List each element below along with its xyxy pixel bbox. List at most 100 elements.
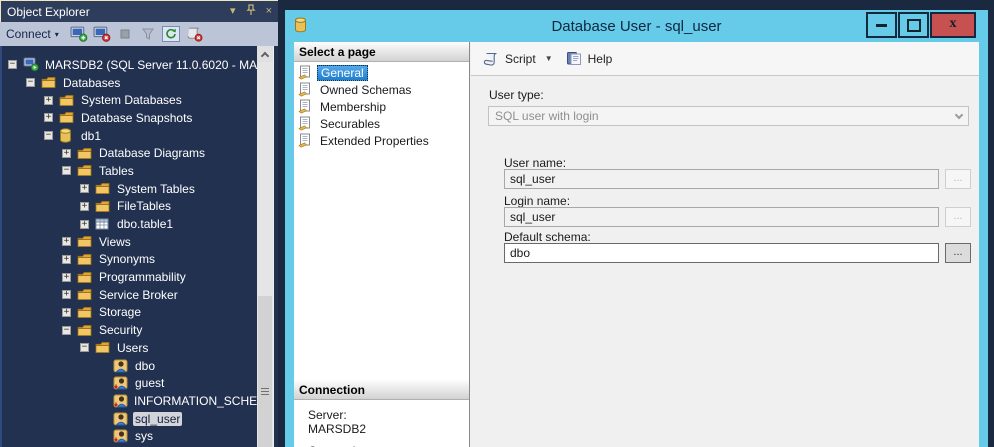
tree-item-label: dbo (133, 359, 157, 373)
folder-icon (95, 341, 111, 354)
filter-icon[interactable] (138, 25, 158, 43)
chevron-down-icon (955, 110, 963, 118)
page-list-item[interactable]: Extended Properties (294, 132, 469, 149)
user-icon (113, 359, 129, 373)
close-button[interactable] (930, 12, 976, 38)
tree-item[interactable]: + dbo.table1 (2, 215, 257, 233)
tree-item[interactable]: − Tables (2, 162, 257, 180)
expand-toggle-icon[interactable]: + (62, 308, 71, 317)
tree-item[interactable]: dbo (2, 357, 257, 375)
login-name-browse-button[interactable]: ... (945, 207, 971, 227)
tree-item-label: Database Diagrams (97, 146, 207, 160)
tree-item[interactable]: − MARSDB2 (SQL Server 11.0.6020 - MARSD (2, 56, 257, 74)
tree-item-label: System Tables (115, 182, 197, 196)
tree-item[interactable]: + Storage (2, 304, 257, 322)
script-button[interactable]: Script (505, 52, 536, 66)
tree-item-label: Service Broker (97, 288, 180, 302)
refresh-icon[interactable] (161, 25, 181, 43)
object-explorer-toolbar: Connect ▾ (0, 22, 278, 46)
page-icon (298, 99, 314, 114)
user-red-icon (113, 429, 129, 443)
expand-toggle-icon[interactable]: + (62, 149, 71, 158)
expand-toggle-icon[interactable]: + (80, 220, 89, 229)
help-button[interactable]: Help (588, 52, 613, 66)
connection-header: Connection (294, 380, 469, 400)
script-x-icon[interactable] (184, 25, 204, 43)
connect-server-icon[interactable] (69, 25, 89, 43)
expand-toggle-icon[interactable]: + (62, 237, 71, 246)
object-explorer-panel: Object Explorer ▾ × Connect ▾ − MARSDB2 … (0, 0, 278, 447)
expand-toggle-icon[interactable]: + (80, 202, 89, 211)
expand-toggle-icon[interactable]: − (80, 343, 89, 352)
user-type-select[interactable]: SQL user with login (488, 106, 969, 126)
tree-item[interactable]: sys (2, 427, 257, 445)
folder-icon (95, 182, 111, 195)
minimize-button[interactable] (866, 12, 897, 38)
tree-item-label: Storage (97, 305, 143, 319)
tree-item[interactable]: + Database Snapshots (2, 109, 257, 127)
page-list-item[interactable]: Securables (294, 115, 469, 132)
expand-toggle-icon[interactable]: + (62, 255, 71, 264)
tree-item[interactable]: − Users (2, 339, 257, 357)
folder-icon (77, 253, 93, 266)
default-schema-browse-button[interactable]: ... (945, 243, 971, 263)
connect-button[interactable]: Connect (6, 27, 51, 41)
page-content-pane: Script ▼ Help User type: SQL user with l… (471, 42, 979, 447)
tree-scrollbar[interactable] (257, 46, 273, 447)
tree-item[interactable]: + Views (2, 233, 257, 251)
expand-toggle-icon[interactable]: − (26, 78, 35, 87)
stop-icon[interactable] (115, 25, 135, 43)
database-icon (59, 128, 75, 143)
tree-item[interactable]: + Programmability (2, 268, 257, 286)
script-icon (481, 51, 500, 67)
object-explorer-titlebar: Object Explorer ▾ × (0, 0, 278, 22)
disconnect-server-icon[interactable] (92, 25, 112, 43)
expand-toggle-icon[interactable]: + (44, 96, 53, 105)
page-list-item[interactable]: General (294, 64, 469, 81)
window-position-icon[interactable]: ▾ (230, 6, 236, 17)
tree-item[interactable]: + System Tables (2, 180, 257, 198)
expand-toggle-icon[interactable]: − (62, 326, 71, 335)
tree-item[interactable]: guest (2, 374, 257, 392)
tree-item[interactable]: − Security (2, 321, 257, 339)
login-name-field[interactable] (504, 207, 939, 227)
page-icon (298, 116, 314, 131)
tree-item[interactable]: + FileTables (2, 198, 257, 216)
tree-item[interactable]: + Service Broker (2, 286, 257, 304)
page-item-label: Extended Properties (317, 134, 432, 148)
tree-item[interactable]: + Database Diagrams (2, 144, 257, 162)
server-value: MARSDB2 (308, 422, 469, 436)
user-name-field[interactable] (504, 169, 939, 189)
page-list-item[interactable]: Membership (294, 98, 469, 115)
select-page-header: Select a page (294, 42, 469, 62)
script-dropdown-icon[interactable]: ▼ (545, 54, 553, 63)
scrollbar-thumb[interactable] (258, 296, 272, 447)
tree-item[interactable]: + System Databases (2, 91, 257, 109)
tree-item[interactable]: INFORMATION_SCHEM (2, 392, 257, 410)
page-list-item[interactable]: Owned Schemas (294, 81, 469, 98)
general-page-content: User type: SQL user with login User name… (471, 76, 979, 447)
dialog-titlebar[interactable]: Database User - sql_user (285, 10, 988, 42)
login-name-label: Login name: (504, 194, 570, 208)
maximize-button[interactable] (898, 12, 929, 38)
tree-item[interactable]: − db1 (2, 127, 257, 145)
expand-toggle-icon[interactable]: + (80, 184, 89, 193)
expand-toggle-icon[interactable]: − (44, 131, 53, 140)
scrollbar-up-icon[interactable] (257, 46, 273, 62)
tree-item[interactable]: sql_user (2, 410, 257, 428)
default-schema-field[interactable] (504, 243, 939, 263)
expand-toggle-icon[interactable]: − (62, 166, 71, 175)
expand-toggle-icon[interactable]: + (44, 113, 53, 122)
pin-icon[interactable] (246, 4, 256, 19)
tree-item[interactable]: − Databases (2, 74, 257, 92)
expand-toggle-icon[interactable]: + (62, 273, 71, 282)
tree-item-label: INFORMATION_SCHEM (132, 394, 257, 408)
expand-toggle-icon[interactable]: − (8, 60, 17, 69)
user-name-browse-button[interactable]: ... (945, 169, 971, 189)
close-icon[interactable]: × (266, 6, 272, 17)
user-name-label: User name: (504, 156, 566, 170)
tree-item[interactable]: + Synonyms (2, 251, 257, 269)
user-red-icon (113, 376, 129, 390)
connect-dropdown-icon[interactable]: ▾ (55, 30, 59, 39)
expand-toggle-icon[interactable]: + (62, 290, 71, 299)
